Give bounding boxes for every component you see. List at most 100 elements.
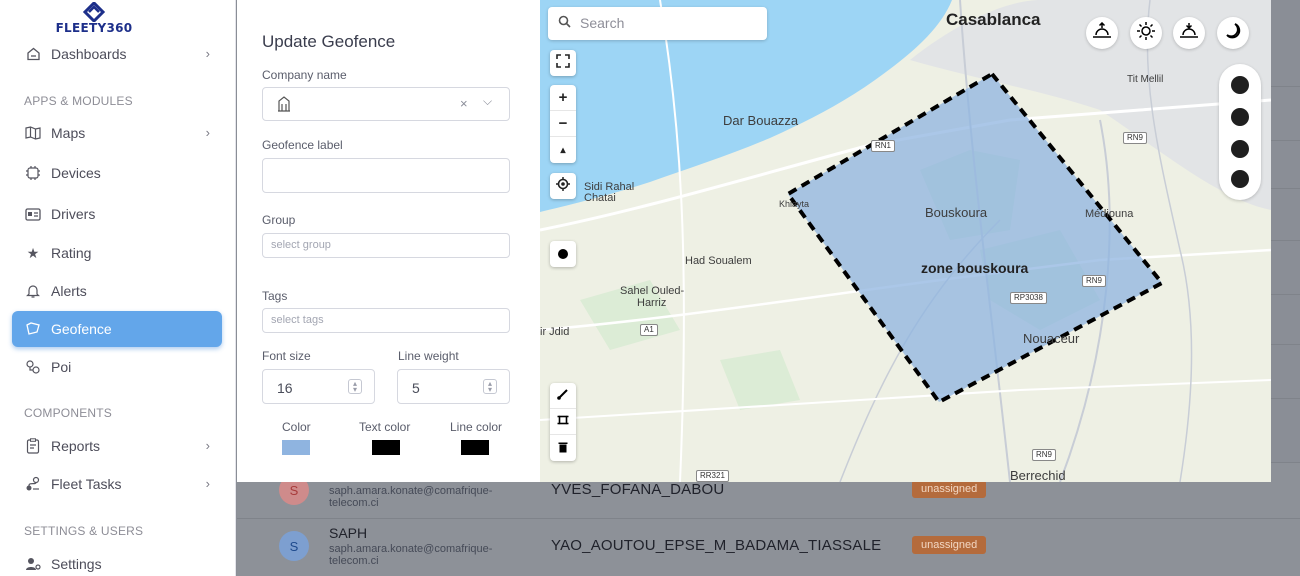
section-label: SETTINGS & USERS: [24, 524, 144, 538]
sunrise-icon: [1092, 21, 1112, 45]
draw-polygon-button[interactable]: [550, 409, 576, 435]
group-placeholder: select group: [271, 239, 331, 251]
font-size-label: Font size: [262, 349, 311, 363]
avatar: S: [279, 531, 309, 561]
road-tag: RR321: [696, 470, 729, 482]
sidebar-item-rating[interactable]: ★ Rating: [12, 235, 222, 271]
sidebar-item-label: Geofence: [51, 321, 112, 337]
road-tag: A1: [640, 324, 658, 336]
crosshair-icon: [556, 177, 570, 195]
delete-shape-button[interactable]: [550, 435, 576, 461]
sidebar-item-label: Settings: [51, 556, 102, 572]
sidebar-item-reports[interactable]: Reports ›: [12, 428, 222, 464]
sidebar-item-label: Maps: [51, 125, 86, 141]
status-badge: unassigned: [912, 480, 987, 498]
font-size-value: 16: [277, 380, 293, 396]
company-name-select[interactable]: × ⌵: [262, 87, 510, 121]
road-tag: RN9: [1082, 275, 1107, 287]
night-button[interactable]: [1217, 17, 1249, 49]
sidebar-item-label: Poi: [51, 359, 72, 375]
section-label: APPS & MODULES: [24, 94, 133, 108]
zoom-in-button[interactable]: +: [550, 85, 576, 111]
font-size-stepper[interactable]: 16 ▴ ▾: [262, 369, 375, 404]
text-color-label: Text color: [359, 420, 411, 434]
divider: [1270, 86, 1300, 87]
map-view[interactable]: Casablanca Dar Bouazza Tit Mellil Sidi R…: [540, 0, 1271, 482]
transit-layer-icon[interactable]: [1231, 170, 1249, 188]
map-icon: [24, 124, 42, 142]
table-row[interactable]: S SAPH saph.amara.konate@comafrique-tele…: [237, 518, 1300, 576]
driver-name: YVES_FOFANA_DABOU: [551, 481, 725, 498]
map-label: Médiouna: [1085, 208, 1134, 220]
map-label: Sahel Ouled-: [620, 285, 685, 297]
panel-title: Update Geofence: [262, 32, 396, 51]
sidebar-item-fleet-tasks[interactable]: Fleet Tasks ›: [12, 466, 222, 502]
text-color-swatch[interactable]: [372, 440, 400, 455]
map-search-input[interactable]: Search: [548, 7, 767, 40]
geofence-icon: [24, 320, 42, 338]
group-select[interactable]: select group: [262, 233, 510, 258]
chevron-right-icon: ›: [205, 46, 210, 61]
stepper-icon[interactable]: ▴ ▾: [348, 379, 362, 394]
map-pin-layer-icon[interactable]: [1231, 76, 1249, 94]
road-layer-icon[interactable]: [1231, 140, 1249, 158]
sidebar-item-label: Fleet Tasks: [51, 476, 122, 492]
sidebar-item-label: Devices: [51, 165, 101, 181]
clear-icon[interactable]: ×: [460, 96, 468, 111]
tags-placeholder: select tags: [271, 314, 324, 326]
sidebar-item-devices[interactable]: Devices: [12, 155, 222, 191]
chip-icon: [24, 164, 42, 182]
users-gear-icon: [24, 555, 42, 573]
geofence-label-input[interactable]: [262, 158, 510, 193]
bell-icon: [24, 282, 42, 300]
sidebar-item-settings[interactable]: Settings: [12, 546, 222, 576]
tags-select[interactable]: select tags: [262, 308, 510, 333]
zoom-out-button[interactable]: −: [550, 111, 576, 137]
draw-line-button[interactable]: [550, 383, 576, 409]
line-weight-stepper[interactable]: 5 ▴ ▾: [397, 369, 510, 404]
section-label: COMPONENTS: [24, 406, 113, 420]
sidebar-item-drivers[interactable]: Drivers: [12, 196, 222, 232]
line-weight-value: 5: [412, 380, 420, 396]
line-color-swatch[interactable]: [461, 440, 489, 455]
sidebar-item-maps[interactable]: Maps ›: [12, 115, 222, 151]
sunrise-button[interactable]: [1086, 17, 1118, 49]
fill-color-swatch[interactable]: [282, 440, 310, 455]
line-icon: [557, 387, 569, 404]
sidebar: FLEETY360 Dashboards › APPS & MODULES Ma…: [0, 0, 236, 576]
chevron-right-icon: ›: [205, 125, 210, 140]
map-label: Tit Mellil: [1127, 74, 1164, 85]
moon-icon: [1224, 22, 1242, 45]
dot-icon: [558, 249, 568, 259]
home-icon: [24, 45, 42, 63]
terrain-layer-icon[interactable]: [1231, 108, 1249, 126]
zone-label: zone bouskoura: [921, 260, 1029, 276]
user-email: saph.amara.konate@comafrique-telecom.ci: [329, 543, 493, 567]
chevron-down-icon[interactable]: ⌵: [483, 94, 492, 109]
road-tag: RN9: [1032, 449, 1057, 461]
sidebar-item-alerts[interactable]: Alerts: [12, 273, 222, 309]
sidebar-item-poi[interactable]: Poi: [12, 349, 222, 385]
stepper-icon[interactable]: ▴ ▾: [483, 379, 497, 394]
divider: [1270, 188, 1300, 189]
day-button[interactable]: [1130, 17, 1162, 49]
point-tool-button[interactable]: [550, 241, 576, 267]
road-tag: RN9: [1123, 132, 1148, 144]
locate-button[interactable]: [550, 173, 576, 199]
geofence-label-label: Geofence label: [262, 138, 343, 152]
sunset-button[interactable]: [1173, 17, 1205, 49]
logo[interactable]: FLEETY360: [54, 2, 134, 35]
sidebar-item-label: Rating: [51, 245, 92, 261]
search-icon: [558, 15, 571, 31]
sidebar-item-dashboards[interactable]: Dashboards ›: [12, 36, 222, 72]
poi-icon: [24, 358, 42, 376]
compass-button[interactable]: ▴: [550, 137, 576, 163]
sidebar-item-geofence[interactable]: Geofence: [12, 311, 222, 347]
map-label: Dar Bouazza: [723, 113, 799, 128]
fullscreen-button[interactable]: [550, 50, 576, 76]
sidebar-item-label: Drivers: [51, 206, 96, 222]
line-weight-label: Line weight: [398, 349, 459, 363]
draw-controls: [550, 383, 576, 461]
sun-icon: [1136, 21, 1156, 46]
map-label: Bouskoura: [925, 205, 988, 220]
